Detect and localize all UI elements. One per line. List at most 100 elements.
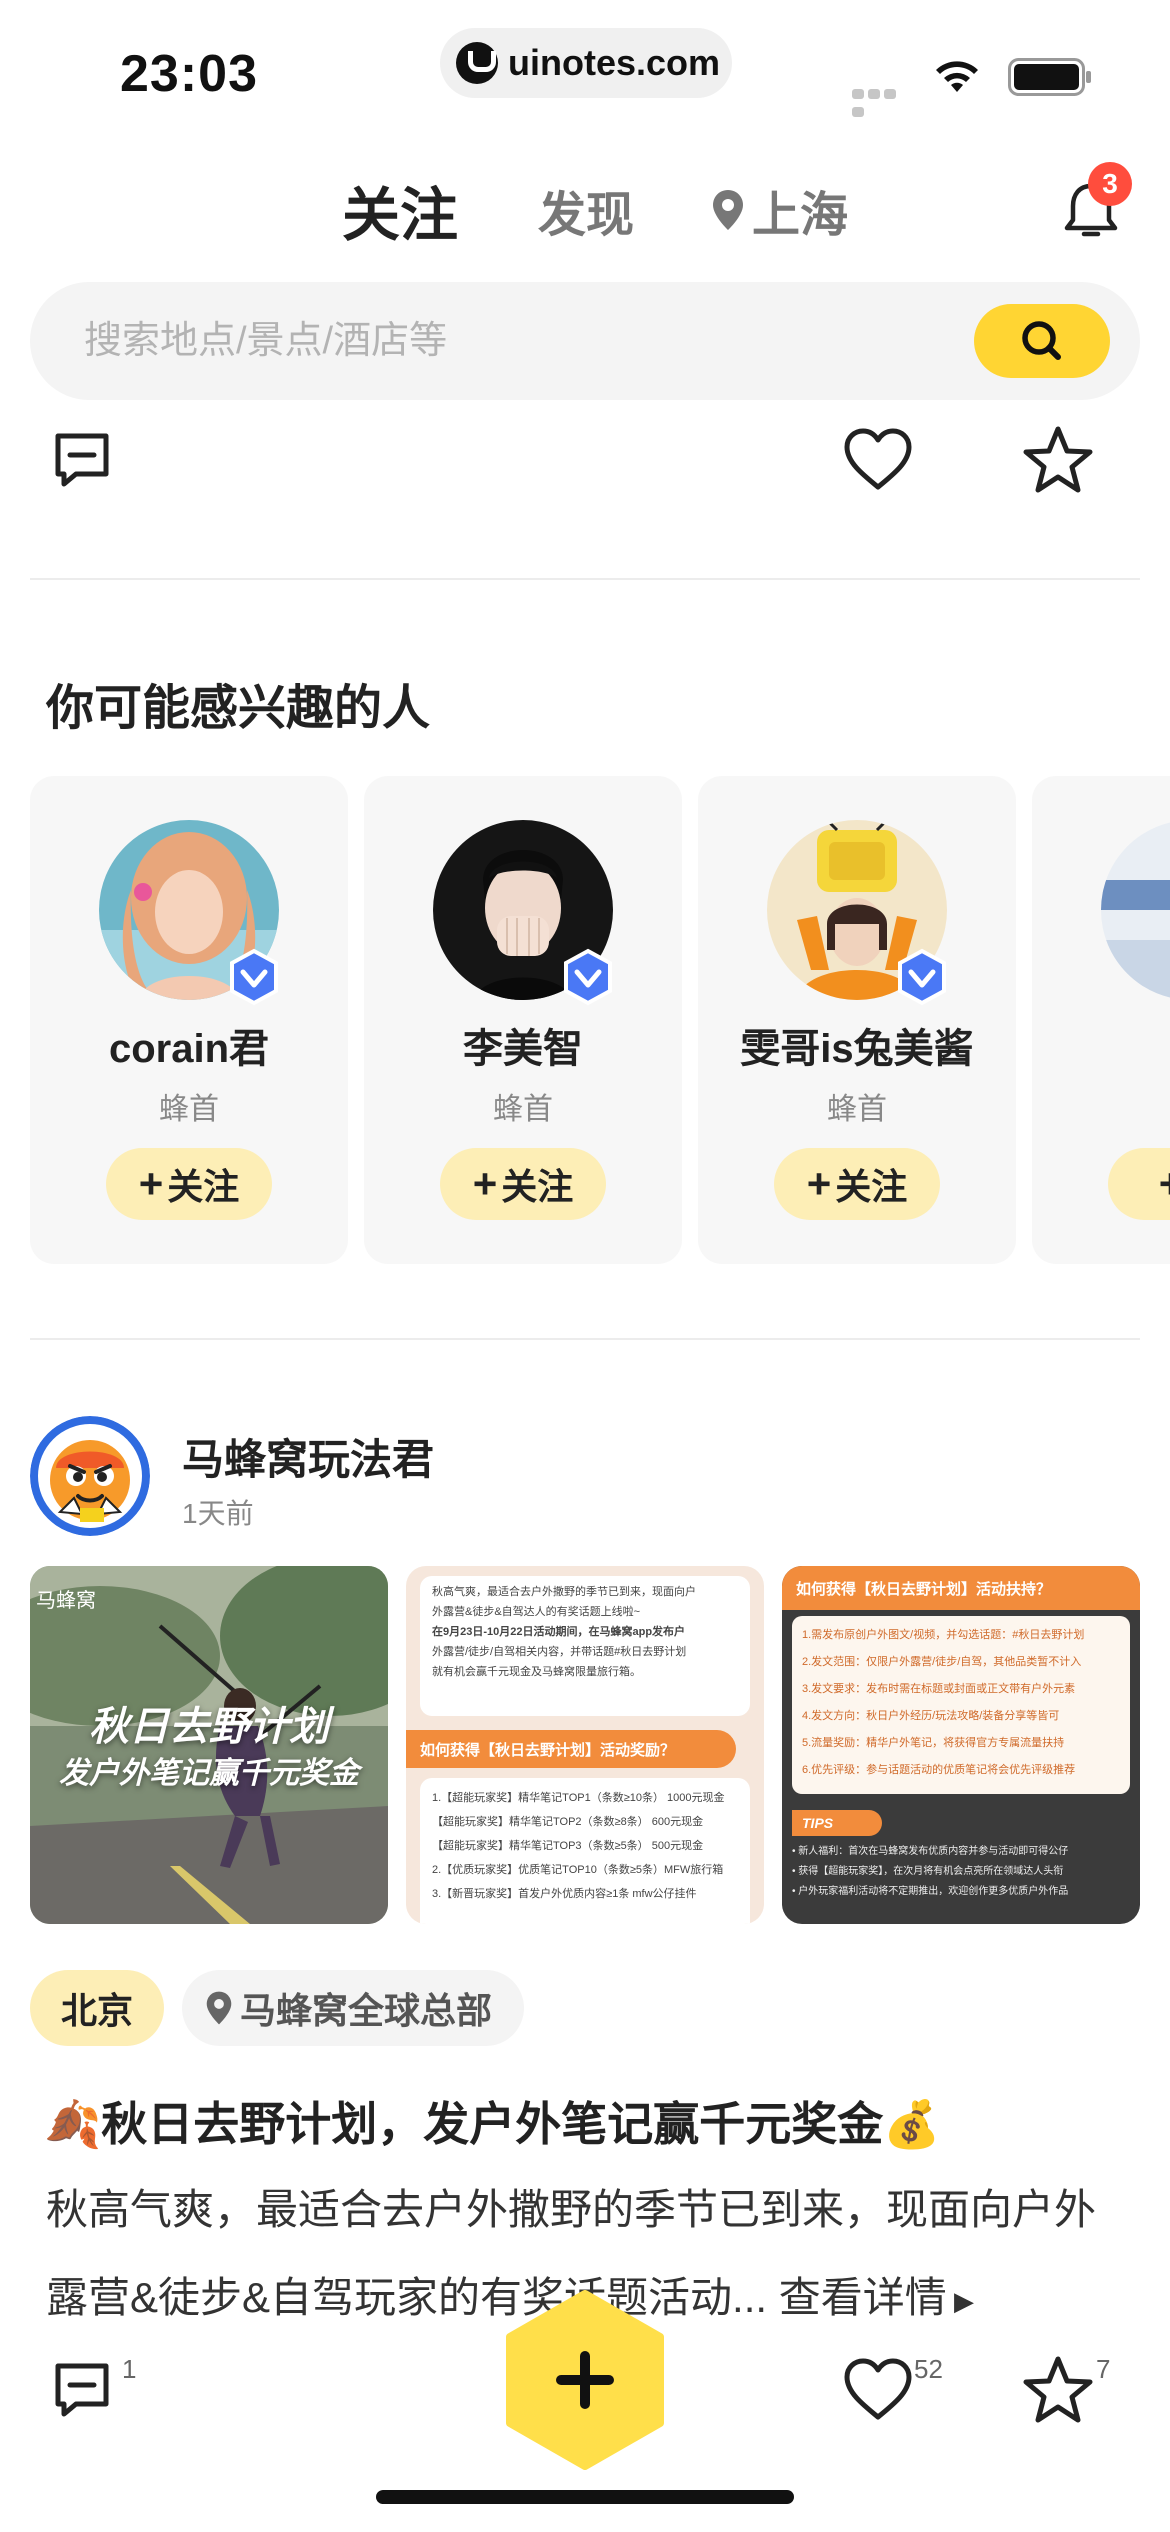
comment-count: 1 xyxy=(122,2354,137,2384)
image-text-line: 2.发文范围：仅限户外露营/徒步/自驾，其他品类暂不计入 xyxy=(802,1656,1082,1668)
plus-icon: + xyxy=(806,1160,832,1207)
star-icon xyxy=(1023,2356,1093,2423)
location-pin-icon xyxy=(206,1991,232,2025)
image-text-line: 5.流量奖励：精华户外笔记，将获得官方专属流量扶持 xyxy=(802,1737,1065,1749)
favorite-button[interactable] xyxy=(1020,2352,1096,2428)
person-name: corain君 xyxy=(108,1027,270,1071)
previous-post-actions xyxy=(0,420,1170,510)
image-section-heading: 如何获得【秋日去野计划】活动扶持？ xyxy=(782,1566,1140,1610)
follow-label: 关注 xyxy=(501,1166,574,1207)
divider xyxy=(30,578,1140,580)
image-text-line: 【超能玩家奖】精华笔记TOP3（条数≥5条） 500元现金 xyxy=(432,1840,704,1852)
image-text-line: • 获得【超能玩家奖】，在次月将有机会点亮所在领域达人头衔 xyxy=(792,1866,1064,1877)
plus-icon: + xyxy=(1159,1160,1170,1208)
image-text-line: 3.【新晋玩家奖】首发户外优质内容≥1条 mfw公仔挂件 xyxy=(432,1888,697,1900)
image-text-line: 在9月23日-10月22日活动期间，在马蜂窝app发布户 xyxy=(432,1626,686,1638)
view-details-label: 查看详情 xyxy=(778,2274,947,2321)
follow-button[interactable]: + 关注 xyxy=(106,1148,272,1220)
like-button[interactable] xyxy=(840,2354,916,2426)
avatar-wrap xyxy=(767,818,947,1006)
image-text-line: 外露营/徒步/自驾相关内容，并带话题#秋日去野计划 xyxy=(432,1646,687,1658)
avatar-wrap xyxy=(1101,820,1170,1000)
favorite-button[interactable] xyxy=(1020,422,1096,498)
person-role: 蜂首 xyxy=(159,1093,219,1126)
like-count: 52 xyxy=(914,2354,943,2384)
create-post-button[interactable] xyxy=(504,2290,666,2470)
search-input[interactable] xyxy=(84,282,944,400)
post-image[interactable]: 如何获得【秋日去野计划】活动扶持？ 1.需发布原创户外图文/视频，并勾选话题：#… xyxy=(782,1566,1140,1924)
person-card[interactable]: corain君 蜂首 + 关注 xyxy=(30,776,348,1264)
image-text-line: 1.【超能玩家奖】精华笔记TOP1（条数≥10条） 1000元现金 xyxy=(432,1792,725,1804)
location-tag-label: 马蜂窝全球总部 xyxy=(240,1990,493,2031)
image-text-line: 外露营&徒步&自驾达人的有奖话题上线啦~ xyxy=(432,1606,641,1618)
follow-label: 关注 xyxy=(835,1166,908,1207)
caret-right-icon: ▶ xyxy=(946,2285,974,2316)
post-time: 1天前 xyxy=(182,1498,254,1529)
url-text: uinotes.com xyxy=(508,42,721,83)
suggested-people-carousel[interactable]: corain君 蜂首 + 关注 李美智 蜂首 + 关注 雯哥is兔美酱 蜂首 +… xyxy=(30,776,1170,1264)
tab-city[interactable]: 上海 xyxy=(710,160,848,260)
post-title[interactable]: 🍂秋日去野计划，发户外笔记赢千元奖金💰 xyxy=(44,2088,941,2154)
tab-city-label: 上海 xyxy=(752,189,849,242)
image-rewards-box: 1.【超能玩家奖】精华笔记TOP1（条数≥10条） 1000元现金 【超能玩家奖… xyxy=(420,1778,750,1924)
image-text-line: • 新人福利：首次在马蜂窝发布优质内容并参与活动即可得公仔 xyxy=(792,1846,1069,1857)
plus-icon: + xyxy=(138,1160,164,1207)
money-bag-emoji-icon: 💰 xyxy=(883,2098,941,2150)
tab-discover[interactable]: 发现 xyxy=(538,160,634,260)
view-details-link[interactable]: 查看详情 ▶ xyxy=(779,2274,974,2321)
comment-button[interactable] xyxy=(46,2354,118,2426)
image-intro-box: 秋高气爽，最适合去户外撒野的季节已到来，现面向户 外露营&徒步&自驾达人的有奖话… xyxy=(420,1576,750,1716)
follow-button[interactable]: + 关注 xyxy=(440,1148,606,1220)
image-text-line: 【超能玩家奖】精华笔记TOP2（条数≥8条） 600元现金 xyxy=(432,1816,704,1828)
follow-button[interactable]: +关 xyxy=(1108,1148,1170,1220)
post-author-name[interactable]: 马蜂窝玩法君 xyxy=(182,1426,434,1487)
person-role: 蜂首 xyxy=(827,1093,887,1126)
heart-icon xyxy=(844,2358,912,2420)
top-nav: 关注 发现 上海 xyxy=(0,160,1170,260)
avatar[interactable] xyxy=(1101,820,1170,1000)
follow-label: 关注 xyxy=(167,1166,240,1207)
divider xyxy=(30,1338,1140,1340)
battery-icon xyxy=(1008,58,1091,96)
author-avatar[interactable] xyxy=(30,1416,150,1536)
person-name: 依 xyxy=(1032,1016,1170,1074)
home-indicator xyxy=(376,2490,794,2504)
search-button[interactable] xyxy=(974,304,1110,378)
image-text-line: • 户外玩家福利活动将不定期推出，欢迎创作更多优质户外作品 xyxy=(792,1886,1069,1897)
image-text-line: 6.优先评级：参与话题活动的优质笔记将会优先评级推荐 xyxy=(802,1764,1076,1776)
heart-icon xyxy=(844,428,912,490)
image-headline: 秋日去野计划 xyxy=(89,1705,329,1749)
image-text-line: 2.【优质玩家奖】优质笔记TOP10（条数≥5条）MFW旅行箱 xyxy=(432,1864,724,1876)
comment-button[interactable] xyxy=(46,424,118,496)
follow-button[interactable]: + 关注 xyxy=(774,1148,940,1220)
post-image[interactable]: 秋高气爽，最适合去户外撒野的季节已到来，现面向户 外露营&徒步&自驾达人的有奖话… xyxy=(406,1566,764,1924)
search-icon xyxy=(1022,321,1061,360)
post-image-gallery: 马蜂窝 秋日去野计划 发户外笔记赢千元奖金 秋高气爽，最适合去户外撒野的季节已到… xyxy=(30,1566,1140,1924)
post-image[interactable]: 马蜂窝 秋日去野计划 发户外笔记赢千元奖金 xyxy=(30,1566,388,1924)
site-logo-icon xyxy=(456,42,498,84)
person-card[interactable]: 依 蜂 +关 xyxy=(1032,776,1170,1264)
image-subheadline: 发户外笔记赢千元奖金 xyxy=(59,1757,359,1790)
location-pin-icon xyxy=(713,190,743,230)
city-tag[interactable]: 北京 xyxy=(30,1970,164,2046)
status-bar: 23:03 uinotes.com xyxy=(0,0,1170,140)
notification-badge: 3 xyxy=(1088,162,1132,206)
like-button[interactable] xyxy=(840,424,916,496)
wifi-icon xyxy=(936,61,978,92)
tips-label: TIPS xyxy=(792,1810,882,1836)
location-tag[interactable]: 马蜂窝全球总部 xyxy=(182,1970,525,2046)
person-card[interactable]: 李美智 蜂首 + 关注 xyxy=(364,776,682,1264)
status-time: 23:03 xyxy=(120,45,258,103)
tab-follow[interactable]: 关注 xyxy=(342,160,458,260)
person-name: 李美智 xyxy=(463,1027,583,1071)
avatar-wrap xyxy=(433,820,613,1006)
person-role: 蜂首 xyxy=(493,1093,553,1126)
image-text-line: 3.发文要求：发布时需在标题或封面或正文带有户外元素 xyxy=(802,1683,1076,1695)
section-title: 你可能感兴趣的人 xyxy=(46,682,431,735)
image-support-box: 1.需发布原创户外图文/视频，并勾选话题：#秋日去野计划 2.发文范围：仅限户外… xyxy=(792,1616,1130,1794)
star-icon xyxy=(1023,426,1093,493)
url-pill[interactable]: uinotes.com xyxy=(440,28,732,98)
verified-badge-icon xyxy=(564,948,612,1006)
person-card[interactable]: 雯哥is兔美酱 蜂首 + 关注 xyxy=(698,776,1016,1264)
post-title-text: 秋日去野计划，发户外笔记赢千元奖金 xyxy=(101,2098,884,2150)
